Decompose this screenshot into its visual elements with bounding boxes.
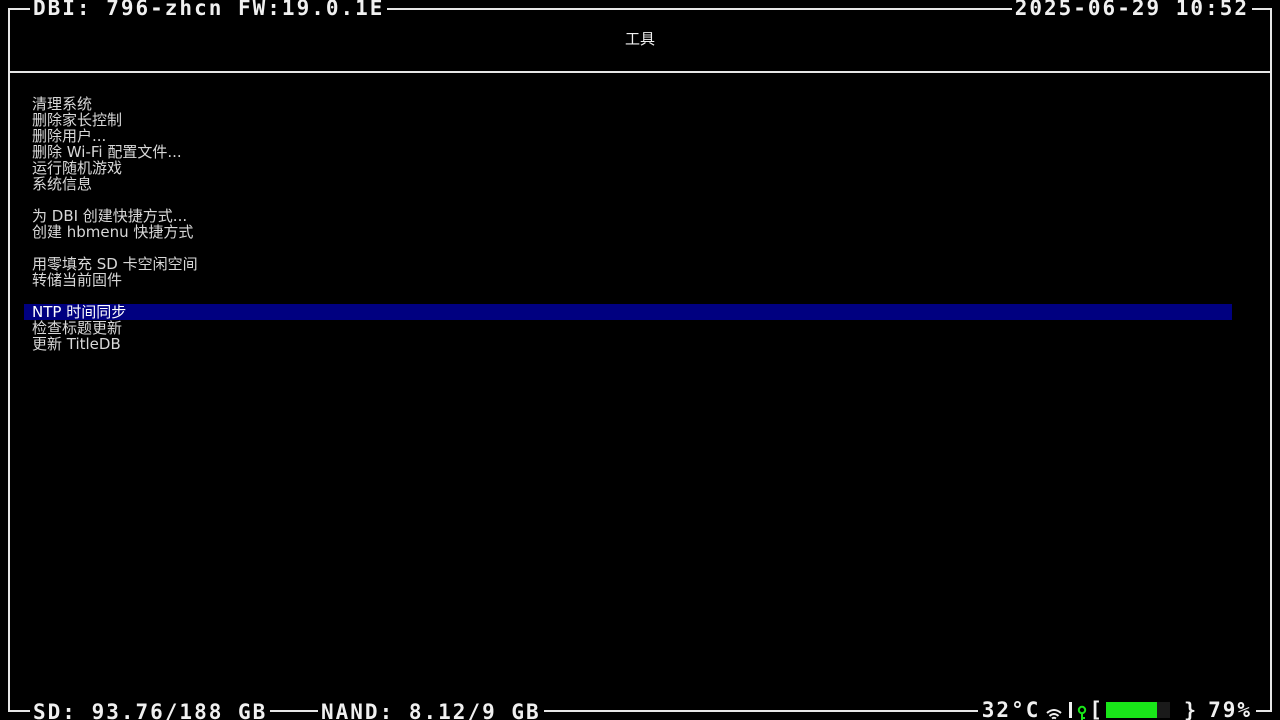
wifi-icon [1046,703,1063,720]
frame-left-border [8,8,10,712]
battery-bar [1106,702,1171,718]
menu-item-delete-wifi-profiles[interactable]: 删除 Wi-Fi 配置文件... [24,144,1232,160]
menu-item-remove-parental-control[interactable]: 删除家长控制 [24,112,1232,128]
app-version-label: DBI: 796-zhcn FW:19.0.1E [30,0,388,19]
page-title: 工具 [624,30,655,48]
dbi-screen: DBI: 796-zhcn FW:19.0.1E 2025-06-29 10:5… [0,0,1280,720]
battery-bracket-left: [ [1089,698,1105,720]
tools-menu: 清理系统 删除家长控制 删除用户... 删除 Wi-Fi 配置文件... 运行随… [24,96,1232,352]
menu-spacer [24,192,1232,208]
clock-label: 2025-06-29 10:52 [1011,0,1252,19]
menu-item-ntp-sync[interactable]: NTP 时间同步 [24,304,1232,320]
menu-item-system-info[interactable]: 系统信息 [24,176,1232,192]
battery-fill [1106,702,1157,718]
nand-storage-label: NAND: 8.12/9 GB [318,702,544,720]
menu-item-create-dbi-shortcut[interactable]: 为 DBI 创建快捷方式... [24,208,1232,224]
menu-spacer [24,288,1232,304]
menu-item-create-hbmenu-shortcut[interactable]: 创建 hbmenu 快捷方式 [24,224,1232,240]
frame-right-border [1270,8,1272,712]
temperature-label: 32°C [981,698,1041,720]
battery-percent-label: 79% [1208,698,1252,720]
menu-item-check-title-updates[interactable]: 检查标题更新 [24,320,1232,336]
sd-storage-label: SD: 93.76/188 GB [30,702,271,720]
header-divider [8,71,1272,73]
status-separator [1069,702,1073,718]
menu-item-delete-user[interactable]: 删除用户... [24,128,1232,144]
menu-item-zero-fill-sd[interactable]: 用零填充 SD 卡空闲空间 [24,256,1232,272]
menu-item-run-random-game[interactable]: 运行随机游戏 [24,160,1232,176]
menu-spacer [24,240,1232,256]
battery-bracket-right: } [1184,698,1199,720]
status-area: 32°C [ } 79% [977,698,1256,720]
menu-item-update-titledb[interactable]: 更新 TitleDB [24,336,1232,352]
battery-indicator: [ } 79% [1089,698,1252,720]
menu-item-dump-firmware[interactable]: 转储当前固件 [24,272,1232,288]
menu-item-clean-system[interactable]: 清理系统 [24,96,1232,112]
plug-icon [1077,702,1087,720]
